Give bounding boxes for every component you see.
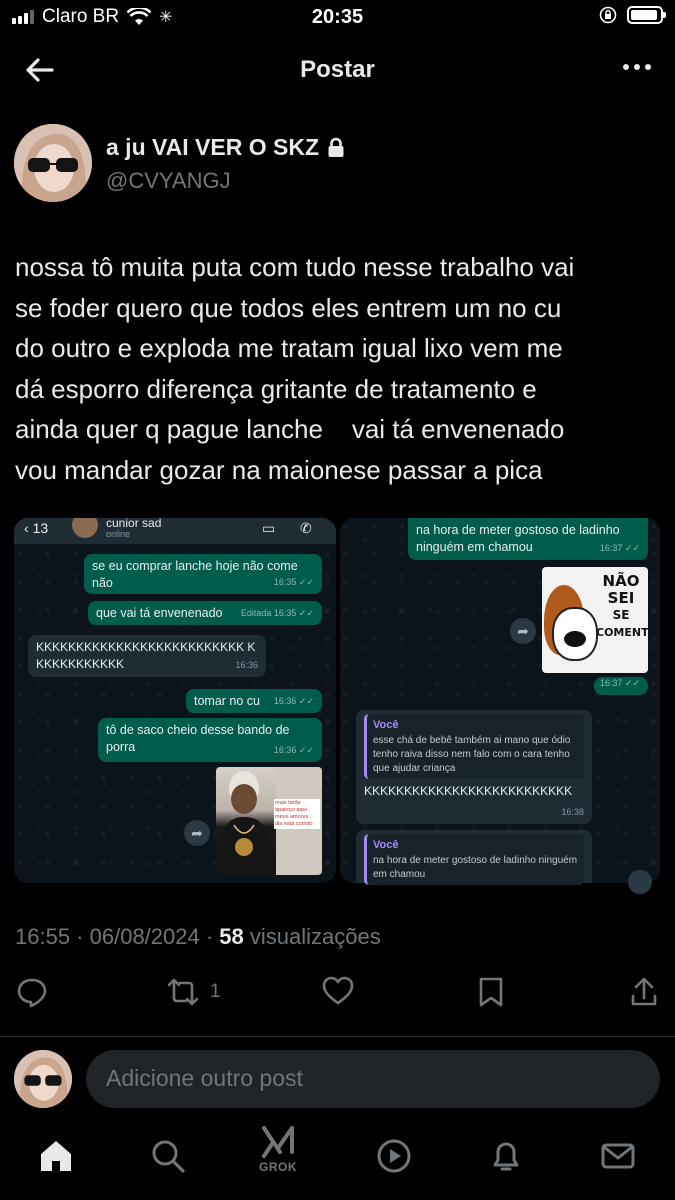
video-call-icon: ▭: [262, 520, 276, 536]
reply-input[interactable]: Adicione outro post: [86, 1050, 660, 1108]
play-circle-icon: [377, 1139, 411, 1173]
chat-bubble: que vai tá envenenado Editada 16:35 ✓✓: [88, 601, 322, 625]
forward-icon: ➦: [184, 820, 210, 846]
chat-bubble: Você esse chá de bebê também ai mano que…: [356, 710, 592, 824]
chat-bubble: se eu comprar lanche hoje não come não 1…: [84, 554, 322, 594]
bookmark-button[interactable]: [478, 976, 504, 1008]
scroll-down-icon: [628, 870, 652, 894]
chat-bubble: na hora de meter gostoso de ladinho ning…: [408, 518, 648, 560]
forward-icon: ➦: [510, 618, 536, 644]
sticker-time: 16:37 ✓✓: [594, 677, 648, 695]
repost-button[interactable]: 1: [166, 976, 221, 1008]
mail-icon: [601, 1143, 635, 1169]
phone-icon: ✆: [300, 520, 312, 536]
chat-header: ‹ 13 cunior sad online ▭ ✆: [14, 518, 336, 544]
page-title: Postar: [300, 56, 375, 83]
views-label: visualizações: [249, 924, 381, 949]
chat-bubble: Você na hora de meter gostoso de ladinho…: [356, 830, 592, 885]
repost-count: 1: [210, 981, 221, 1002]
more-options-icon[interactable]: [623, 64, 651, 70]
home-icon: [41, 1141, 71, 1171]
post-date: 06/08/2024: [89, 924, 200, 949]
avatar-photo: [14, 124, 92, 202]
nav-grok[interactable]: GROK: [258, 1126, 298, 1174]
view-count: 58: [219, 924, 244, 949]
post-meta: 16:55 · 06/08/2024 · 58 visualizações: [15, 924, 381, 949]
grok-label: GROK: [259, 1160, 297, 1174]
lock-icon: [328, 137, 344, 157]
divider: [0, 1036, 675, 1037]
quoted-message: Você na hora de meter gostoso de ladinho…: [364, 834, 584, 885]
orientation-lock-icon: [599, 6, 617, 24]
status-bar: Claro BR ✳ 20:35: [0, 0, 675, 36]
quoted-message: Você esse chá de bebê também ai mano que…: [364, 714, 584, 779]
author-name-text: a ju VAI VER O SKZ: [106, 134, 319, 160]
nav-video[interactable]: [376, 1138, 412, 1179]
heart-icon: [322, 976, 354, 1005]
author-handle[interactable]: @CVYANGJ: [106, 168, 231, 194]
chat-bubble: tomar no cu 16:36 ✓✓: [186, 689, 322, 713]
dog-sticker: NÃO SEI SE COMENTO: [542, 567, 648, 673]
bell-icon: [493, 1142, 519, 1171]
author-name[interactable]: a ju VAI VER O SKZ: [106, 134, 345, 161]
share-button[interactable]: [630, 976, 658, 1008]
nav-messages[interactable]: [600, 1138, 636, 1179]
share-icon: [631, 977, 657, 1006]
photo-caption: mais tarde apareço aqui meus amores , di…: [274, 799, 320, 829]
search-icon: [152, 1140, 185, 1173]
chat-photo: mais tarde apareço aqui meus amores , di…: [216, 767, 322, 875]
post-text: nossa tô muita puta com tudo nesse traba…: [15, 252, 575, 485]
nav-notifications[interactable]: [488, 1138, 524, 1179]
battery-icon: [627, 6, 666, 24]
contact-avatar: [72, 518, 98, 538]
contact-status: online: [106, 529, 131, 539]
nav-search[interactable]: [150, 1138, 186, 1179]
reply-button[interactable]: [16, 976, 48, 1008]
like-button[interactable]: [322, 976, 354, 1006]
author-avatar[interactable]: [14, 124, 92, 202]
avatar-photo: [14, 1050, 72, 1108]
action-bar: 1: [0, 976, 675, 1016]
chat-bubble: tô de saco cheio desse bando de porra 16…: [98, 718, 322, 762]
chat-back: ‹ 13: [24, 520, 49, 536]
user-avatar[interactable]: [14, 1050, 72, 1108]
bottom-nav: GROK: [0, 1122, 675, 1200]
reply-icon: [17, 978, 47, 1008]
chat-bubble: KKKKKKKKKKKKKKKKKKKKKKKKKK KKKKKKKKKKKK …: [28, 635, 266, 677]
post-time: 16:55: [15, 924, 71, 949]
repost-icon: [167, 978, 199, 1006]
reply-placeholder: Adicione outro post: [106, 1065, 303, 1091]
nav-home[interactable]: [38, 1138, 74, 1179]
grok-icon: [262, 1126, 294, 1158]
bookmark-icon: [479, 977, 503, 1007]
clock: 20:35: [311, 6, 364, 28]
top-bar: Postar: [0, 44, 675, 94]
